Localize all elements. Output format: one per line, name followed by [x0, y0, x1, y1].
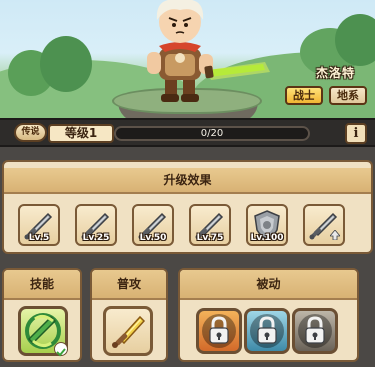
locked-dark-passive-icon	[298, 314, 332, 348]
upgrade-effects-title: 升级效果	[4, 168, 371, 194]
level-bar: 传说 等级1 0/20 i	[0, 118, 375, 147]
hero-class-tag[interactable]: 战士	[285, 86, 323, 105]
passive-skill-slot[interactable]	[196, 308, 242, 354]
info-button[interactable]: i	[345, 123, 367, 144]
upgrade-level-label: Lv.100	[250, 233, 284, 243]
hero-character	[147, 0, 270, 102]
upgrade-effect-slot[interactable]: Lv.75	[189, 204, 231, 246]
skills-title: 技能	[4, 270, 80, 300]
check-icon	[54, 342, 68, 357]
normal-attack-slot[interactable]	[103, 306, 153, 356]
upgrade-level-label: Lv.5	[28, 233, 50, 243]
passive-skill-slot[interactable]	[244, 308, 290, 354]
upgrade-level-label: Lv.50	[139, 233, 167, 243]
upgrade-level-label: Lv.75	[196, 233, 224, 243]
hero-name: 杰洛特	[315, 66, 355, 80]
passive-skill-slot[interactable]	[292, 308, 338, 354]
skill-slot[interactable]	[18, 306, 68, 357]
upgrade-effect-slot[interactable]: Lv.100	[246, 204, 288, 246]
upgrade-arrow-icon	[330, 230, 340, 240]
hero-faction-tag[interactable]: 地系	[329, 86, 367, 105]
normal-attack-title: 普攻	[92, 270, 166, 300]
hero-scene: 杰洛特 战士 地系	[0, 0, 375, 118]
golden-sword-icon	[112, 315, 146, 348]
upgrade-level-label: Lv.25	[82, 233, 110, 243]
background-tree	[40, 36, 92, 92]
upgrade-effects-panel: 升级效果 Lv.5 Lv.25 Lv.50 Lv.75 Lv.100	[2, 160, 373, 254]
passive-title: 被动	[180, 270, 357, 300]
hero-level-label: 等级1	[48, 124, 114, 143]
xp-progress-bar: 0/20	[114, 126, 310, 141]
locked-fire-passive-icon	[202, 314, 236, 348]
upgrade-effect-slot[interactable]: Lv.25	[75, 204, 117, 246]
passive-panel: 被动	[178, 268, 359, 362]
normal-attack-panel: 普攻	[90, 268, 168, 362]
upgrade-effect-slot[interactable]	[303, 204, 345, 246]
skills-panel: 技能	[2, 268, 82, 362]
upgrade-effect-slot[interactable]: Lv.5	[18, 204, 60, 246]
locked-whirl-passive-icon	[250, 314, 284, 348]
rarity-badge: 传说	[14, 123, 47, 142]
info-icon: i	[353, 126, 359, 141]
upgrade-effect-slot[interactable]: Lv.50	[132, 204, 174, 246]
xp-progress-text: 0/20	[200, 128, 224, 139]
